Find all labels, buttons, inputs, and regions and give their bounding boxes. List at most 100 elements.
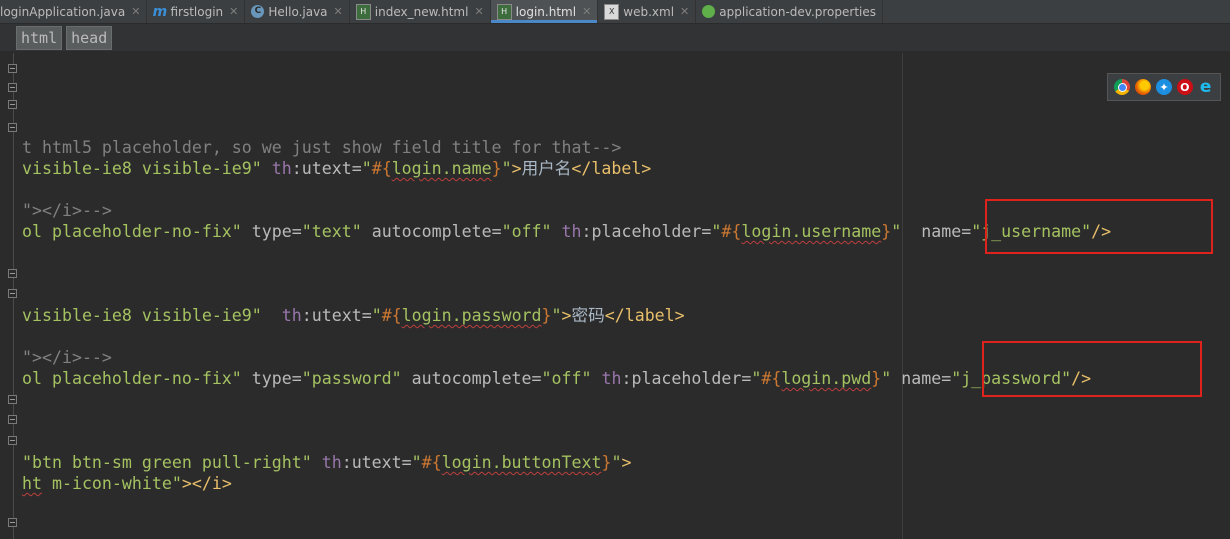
fold-marker-icon[interactable] [8, 289, 17, 298]
code-token: th [271, 159, 292, 178]
code-line-comment: "></i>--> [22, 201, 112, 220]
code-token: th [561, 222, 582, 241]
fold-marker-icon[interactable] [8, 395, 17, 404]
code-token: :utext= [341, 453, 412, 472]
close-icon[interactable]: ✕ [582, 5, 591, 18]
code-line-comment: t html5 placeholder, so we just show fie… [22, 138, 622, 157]
xml-file-icon: X [604, 3, 620, 20]
code-token: "btn btn-sm green pull-right" [22, 453, 312, 472]
code-token: autocomplete= [411, 369, 542, 388]
editor-tab-bar: loginApplication.java ✕ m firstlogin ✕ C H… [0, 0, 1230, 24]
right-margin-guide [902, 53, 903, 539]
ie-icon[interactable]: e [1198, 77, 1214, 97]
code-token: #{ [721, 222, 742, 241]
code-token: #{ [421, 453, 442, 472]
tab-label: firstlogin [170, 4, 224, 19]
code-token: visible-ie8 visible-ie9" [22, 306, 262, 325]
tab-label: index_new.html [374, 4, 469, 19]
code-token: login.password [401, 306, 542, 325]
tab-application-dev-properties[interactable]: application-dev.properties [696, 0, 884, 23]
tab-login-html[interactable]: H login.html ✕ [490, 0, 599, 23]
code-token: #{ [381, 306, 402, 325]
code-token: :utext= [301, 306, 372, 325]
breadcrumb: html head [0, 24, 1230, 52]
tab-index-new-html[interactable]: H index_new.html ✕ [350, 0, 491, 23]
opera-icon[interactable]: O [1176, 79, 1193, 95]
tab-firstlogin[interactable]: m firstlogin ✕ [147, 0, 246, 23]
code-token: " [711, 222, 722, 241]
fold-marker-icon[interactable] [8, 100, 17, 109]
code-line-input-username: ol placeholder-no-fix" type="text" autoc… [22, 221, 1111, 242]
code-token: ht [22, 474, 42, 493]
code-token: "off" [501, 222, 552, 241]
highlight-box-username [985, 199, 1213, 254]
code-token: autocomplete= [371, 222, 502, 241]
browser-preview-toolbar: ✦ O e [1107, 73, 1221, 101]
code-token: " [361, 159, 372, 178]
fold-marker-icon[interactable] [8, 518, 17, 527]
breadcrumb-item-html[interactable]: html [16, 25, 63, 50]
code-token: " [751, 369, 762, 388]
code-token: ol placeholder-no-fix" [22, 369, 242, 388]
code-token: " [371, 306, 382, 325]
code-token: " [501, 159, 512, 178]
close-icon[interactable]: ✕ [474, 5, 483, 18]
code-token: } [601, 453, 612, 472]
code-token: type= [251, 369, 302, 388]
code-token: th [601, 369, 622, 388]
code-token: </label> [571, 159, 652, 178]
tab-web-xml[interactable]: X web.xml ✕ [598, 0, 697, 23]
chrome-icon[interactable] [1114, 79, 1131, 95]
code-token: #{ [371, 159, 392, 178]
firefox-icon[interactable] [1135, 79, 1152, 95]
code-line-label-password: visible-ie8 visible-ie9" th:utext="#{log… [22, 305, 685, 326]
tab-loginapplication-java[interactable]: loginApplication.java ✕ [0, 0, 148, 23]
code-token: 用户名 [521, 159, 572, 178]
code-token: > [511, 159, 522, 178]
code-line-icon: ht m-icon-white"></i> [22, 473, 232, 494]
code-token: " [891, 222, 902, 241]
code-token: login.buttonText [441, 453, 602, 472]
code-token: login.username [741, 222, 882, 241]
code-token: "password" [301, 369, 402, 388]
code-line-label-username: visible-ie8 visible-ie9" th:utext="#{log… [22, 158, 651, 179]
fold-marker-icon[interactable] [8, 64, 17, 73]
tab-hello-java[interactable]: C Hello.java ✕ [245, 0, 350, 23]
code-token: name= [921, 222, 972, 241]
breadcrumb-item-head[interactable]: head [66, 25, 113, 50]
fold-marker-icon[interactable] [8, 123, 17, 132]
html-file-icon: H [355, 3, 371, 20]
close-icon[interactable]: ✕ [680, 5, 689, 18]
code-token: ></i> [181, 474, 232, 493]
code-token: type= [251, 222, 302, 241]
code-token: :placeholder= [581, 222, 712, 241]
highlight-box-password [982, 341, 1202, 397]
code-token: " [881, 369, 892, 388]
code-token: " [551, 306, 562, 325]
fold-marker-icon[interactable] [8, 83, 17, 92]
code-token: " [611, 453, 622, 472]
code-token: visible-ie8 visible-ie9" [22, 159, 262, 178]
tab-label: application-dev.properties [719, 4, 877, 19]
tab-label: loginApplication.java [0, 4, 126, 19]
safari-icon[interactable]: ✦ [1155, 79, 1172, 95]
code-token: " [411, 453, 422, 472]
code-line-comment: "></i>--> [22, 348, 112, 367]
fold-marker-icon[interactable] [8, 415, 17, 424]
tab-label: web.xml [623, 4, 675, 19]
code-token: } [491, 159, 502, 178]
code-editor[interactable]: t html5 placeholder, so we just show fie… [0, 53, 1230, 539]
fold-marker-icon[interactable] [8, 436, 17, 445]
code-token: } [541, 306, 552, 325]
code-line-button: "btn btn-sm green pull-right" th:utext="… [22, 452, 631, 473]
properties-file-icon [702, 5, 716, 18]
close-icon[interactable]: ✕ [229, 5, 238, 18]
code-token: login.name [391, 159, 492, 178]
close-icon[interactable]: ✕ [131, 5, 140, 18]
code-token: :utext= [291, 159, 362, 178]
fold-marker-icon[interactable] [8, 269, 17, 278]
close-icon[interactable]: ✕ [334, 5, 343, 18]
code-token: "text" [301, 222, 362, 241]
code-token: } [881, 222, 892, 241]
code-token: th [281, 306, 302, 325]
